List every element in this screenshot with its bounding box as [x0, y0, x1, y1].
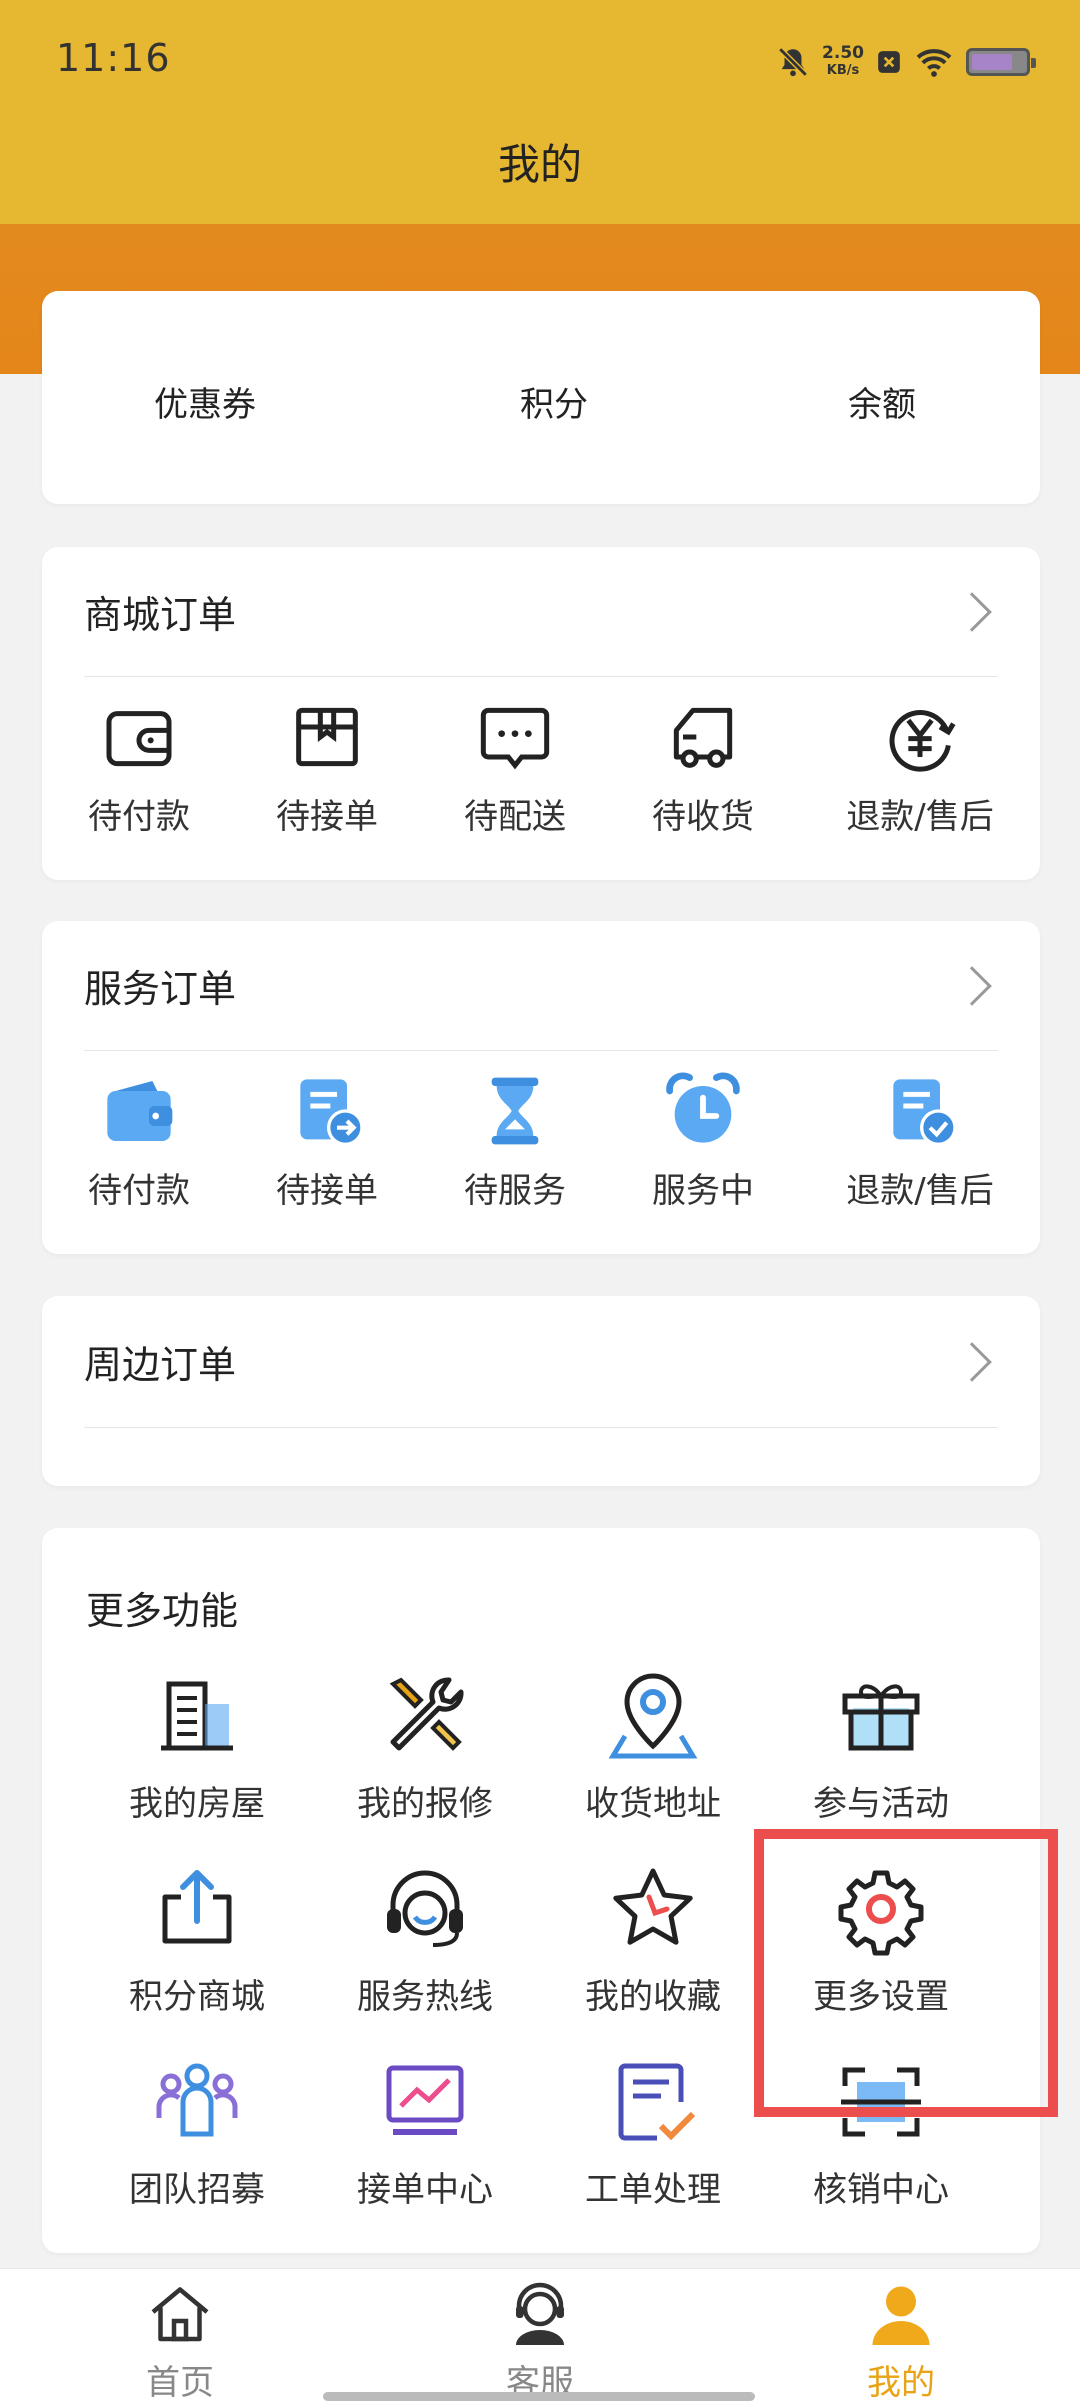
balance-link[interactable]: 余额: [848, 377, 916, 426]
monitor-chart-icon: [386, 2065, 464, 2135]
building-icon: [161, 1681, 233, 1751]
tools-icon: [389, 1677, 464, 1751]
service-pending-accept[interactable]: 待接单: [227, 1071, 427, 1212]
status-bar: 11:16 2.50 KB/s: [0, 0, 1080, 126]
hourglass-icon: [491, 1077, 539, 1145]
share-upload-icon: [162, 1870, 232, 1944]
mall-orders-header[interactable]: 商城订单: [84, 547, 998, 677]
bell-muted-icon: [778, 47, 808, 77]
points-link[interactable]: 积分: [520, 377, 588, 426]
nav-customer-service[interactable]: 客服: [450, 2279, 630, 2404]
wallet-icon: [107, 1081, 173, 1141]
service-pending-payment[interactable]: 待付款: [39, 1071, 239, 1212]
chevron-right-icon: [952, 965, 992, 1006]
wallet-icon: [106, 711, 172, 767]
service-orders-title: 服务订单: [84, 967, 237, 1011]
home-icon: [151, 2287, 209, 2342]
status-time: 11:16: [56, 36, 171, 80]
status-icons: 2.50 KB/s: [776, 40, 1036, 84]
nearby-orders-header[interactable]: 周边订单: [84, 1296, 998, 1428]
nearby-orders-card: 周边订单: [42, 1296, 1040, 1486]
points-mall-button[interactable]: 积分商城: [87, 1861, 307, 2018]
mall-pending-payment[interactable]: 待付款: [39, 697, 239, 838]
document-check-icon: [893, 1079, 957, 1146]
mall-pending-receipt[interactable]: 待收货: [603, 697, 803, 838]
service-orders-header[interactable]: 服务订单: [84, 921, 998, 1051]
wifi-icon: [916, 49, 952, 77]
coupon-link[interactable]: 优惠券: [154, 377, 256, 426]
work-order-icon: [618, 2063, 696, 2141]
mall-refund[interactable]: 退款/售后: [820, 697, 1020, 838]
refund-yen-icon: [889, 710, 956, 772]
service-refund[interactable]: 退款/售后: [820, 1071, 1020, 1212]
headset-icon: [387, 1870, 463, 1947]
package-icon: [296, 707, 358, 767]
order-center-button[interactable]: 接单中心: [315, 2054, 535, 2211]
nav-home[interactable]: 首页: [90, 2279, 270, 2404]
message-icon: [480, 707, 550, 770]
bottom-nav: 首页 客服 我的: [0, 2268, 1080, 2408]
mall-pending-accept[interactable]: 待接单: [227, 697, 427, 838]
nav-mine[interactable]: 我的: [811, 2279, 991, 2404]
location-pin-icon: [608, 1673, 698, 1759]
service-orders-row: 待付款 待接单 待服务 服务中 退款/售后: [42, 1071, 1040, 1221]
wallet-card: 优惠券 积分 余额: [42, 291, 1040, 504]
mall-orders-title: 商城订单: [84, 593, 237, 637]
user-icon: [872, 2286, 930, 2345]
page-title: 我的: [497, 139, 582, 189]
service-in-progress[interactable]: 服务中: [603, 1071, 803, 1212]
customer-service-icon: [516, 2282, 564, 2345]
mall-orders-card: 商城订单 待付款 待接单 待配送 待收货 退款/售后: [42, 547, 1040, 880]
mall-orders-row: 待付款 待接单 待配送 待收货 退款/售后: [42, 697, 1040, 847]
nearby-orders-title: 周边订单: [84, 1343, 237, 1387]
my-repair-button[interactable]: 我的报修: [315, 1668, 535, 1825]
app-notification-icon: [878, 51, 900, 73]
truck-icon: [673, 707, 733, 768]
mall-pending-delivery[interactable]: 待配送: [415, 697, 615, 838]
service-hotline-button[interactable]: 服务热线: [315, 1861, 535, 2018]
join-activity-button[interactable]: 参与活动: [771, 1668, 991, 1825]
team-recruit-button[interactable]: 团队招募: [87, 2054, 307, 2211]
network-speed: 2.50 KB/s: [822, 43, 864, 79]
home-indicator[interactable]: [323, 2392, 755, 2401]
service-pending-service[interactable]: 待服务: [415, 1071, 615, 1212]
star-icon: [613, 1868, 693, 1945]
service-orders-card: 服务订单 待付款 待接单 待服务 服务中 退款/售后: [42, 921, 1040, 1254]
shipping-address-button[interactable]: 收货地址: [543, 1668, 763, 1825]
work-order-button[interactable]: 工单处理: [543, 2054, 763, 2211]
document-arrow-icon: [300, 1079, 364, 1146]
chevron-right-icon: [952, 1341, 992, 1382]
my-house-button[interactable]: 我的房屋: [87, 1668, 307, 1825]
chevron-right-icon: [952, 591, 992, 632]
battery-icon: [966, 48, 1036, 76]
my-favorites-button[interactable]: 我的收藏: [543, 1861, 763, 2018]
gift-icon: [842, 1684, 920, 1751]
team-icon: [156, 2063, 238, 2137]
more-functions-title: 更多功能: [86, 1589, 239, 1633]
alarm-clock-icon: [666, 1072, 740, 1143]
highlight-box: [754, 1829, 1058, 2117]
title-bar: 我的: [0, 126, 1080, 224]
